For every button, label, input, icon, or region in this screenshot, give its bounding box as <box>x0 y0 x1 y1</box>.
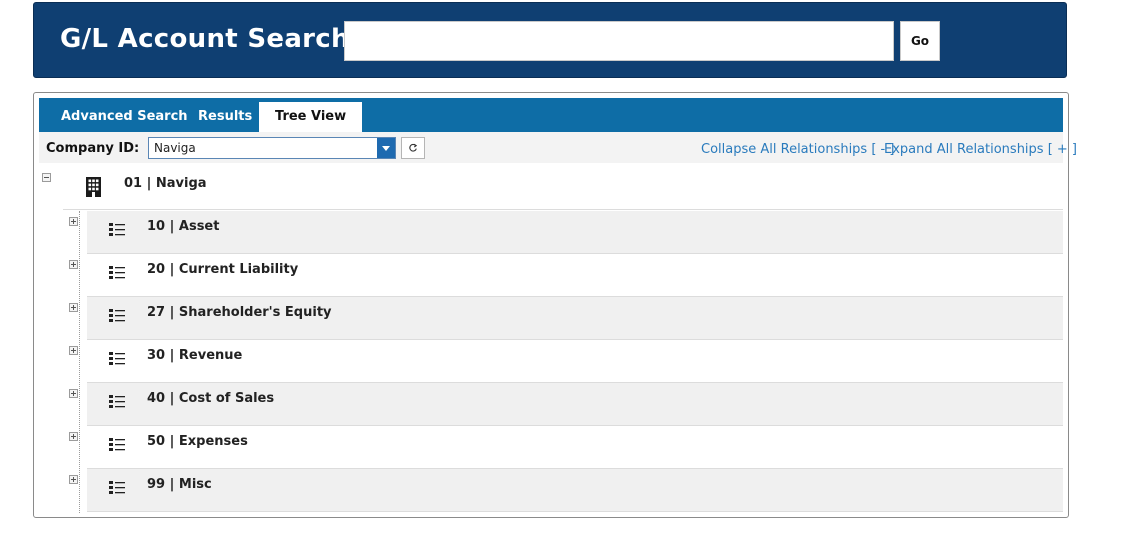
expand-all-link[interactable]: Expand All Relationships [ + ] <box>884 142 1077 157</box>
tree-node-label: 10 | Asset <box>147 219 220 234</box>
tab-results[interactable]: Results <box>198 107 252 132</box>
list-icon <box>109 309 125 322</box>
chevron-down-icon[interactable] <box>377 138 395 158</box>
building-icon <box>86 177 101 197</box>
company-id-select[interactable]: Naviga <box>148 137 396 159</box>
tree-connector-line <box>79 211 80 513</box>
tree-node-misc[interactable]: 99 | Misc <box>87 469 1063 512</box>
tree-node-asset[interactable]: 10 | Asset <box>87 211 1063 254</box>
company-id-value: Naviga <box>154 141 196 155</box>
collapse-all-link[interactable]: Collapse All Relationships [ - ] <box>701 142 894 157</box>
go-button[interactable]: Go <box>900 21 940 61</box>
refresh-icon <box>409 143 418 152</box>
list-icon <box>109 438 125 451</box>
list-icon <box>109 223 125 236</box>
collapse-toggle-root[interactable] <box>42 173 51 182</box>
tree-node-label: 20 | Current Liability <box>147 262 299 277</box>
expand-toggle[interactable] <box>69 217 78 226</box>
tree-node-current-liability[interactable]: 20 | Current Liability <box>87 254 1063 297</box>
account-tree: 01 | Naviga 10 | Asset 20 | Current Liab… <box>39 168 1063 513</box>
tree-node-label: 27 | Shareholder's Equity <box>147 305 332 320</box>
page-title: G/L Account Search <box>60 24 350 54</box>
expand-toggle[interactable] <box>69 303 78 312</box>
list-icon <box>109 395 125 408</box>
list-icon <box>109 352 125 365</box>
tree-node-cost-of-sales[interactable]: 40 | Cost of Sales <box>87 383 1063 426</box>
tab-advanced-search[interactable]: Advanced Search <box>61 107 188 132</box>
tree-node-label: 40 | Cost of Sales <box>147 391 275 406</box>
expand-toggle[interactable] <box>69 346 78 355</box>
expand-toggle[interactable] <box>69 389 78 398</box>
tree-node-revenue[interactable]: 30 | Revenue <box>87 340 1063 383</box>
tree-toolbar: Company ID: Naviga Collapse All Relation… <box>39 132 1077 163</box>
search-header: G/L Account Search Go <box>33 2 1067 78</box>
list-icon <box>109 481 125 494</box>
tree-node-label: 50 | Expenses <box>147 434 248 449</box>
tab-bar: Advanced Search Results Tree View <box>39 98 1063 132</box>
tree-node-expenses[interactable]: 50 | Expenses <box>87 426 1063 469</box>
results-panel: Advanced Search Results Tree View Compan… <box>33 92 1077 518</box>
expand-toggle[interactable] <box>69 260 78 269</box>
expand-toggle[interactable] <box>69 475 78 484</box>
list-icon <box>109 266 125 279</box>
refresh-button[interactable] <box>401 137 425 159</box>
company-id-label: Company ID: <box>46 141 140 156</box>
tree-root-row[interactable]: 01 | Naviga <box>63 168 1063 210</box>
tree-node-label: 30 | Revenue <box>147 348 243 363</box>
expand-toggle[interactable] <box>69 432 78 441</box>
account-search-input[interactable] <box>344 21 894 61</box>
tree-root-label: 01 | Naviga <box>124 176 207 191</box>
tab-tree-view[interactable]: Tree View <box>259 102 363 132</box>
tree-node-shareholders-equity[interactable]: 27 | Shareholder's Equity <box>87 297 1063 340</box>
tree-node-label: 99 | Misc <box>147 477 212 492</box>
